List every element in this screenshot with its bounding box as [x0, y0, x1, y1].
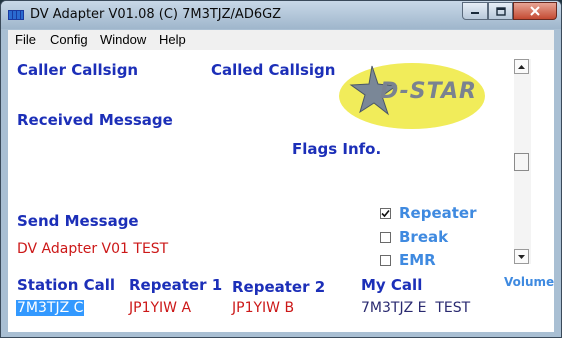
break-checkbox[interactable]	[380, 232, 391, 243]
arrow-down-icon	[518, 254, 525, 259]
send-message-value[interactable]: DV Adapter V01 TEST	[17, 241, 168, 257]
repeater2-input[interactable]: JP1YIW B	[232, 300, 294, 316]
menu-config[interactable]: Config	[50, 32, 88, 47]
emr-checkbox-label[interactable]: EMR	[399, 251, 436, 269]
volume-label[interactable]: Volume	[504, 275, 554, 289]
menu-bar: File Config Window Help	[8, 30, 554, 50]
dstar-logo-text: D-STAR	[380, 79, 477, 104]
send-message-label: Send Message	[17, 212, 139, 230]
main-panel: Caller Callsign Called Callsign D-STAR R…	[8, 50, 554, 332]
arrow-up-icon	[518, 64, 525, 69]
window-title: DV Adapter V01.08 (C) 7M3TJZ/AD6GZ	[30, 7, 282, 22]
app-window: DV Adapter V01.08 (C) 7M3TJZ/AD6GZ File …	[0, 0, 562, 338]
close-icon	[530, 6, 540, 16]
maximize-button[interactable]	[488, 2, 513, 20]
break-checkbox-label[interactable]: Break	[399, 228, 448, 246]
minimize-icon	[471, 12, 479, 14]
caller-callsign-label: Caller Callsign	[17, 61, 139, 79]
repeater1-label: Repeater 1	[129, 276, 223, 294]
received-message-label: Received Message	[17, 111, 173, 129]
menu-window[interactable]: Window	[100, 32, 146, 47]
close-button[interactable]	[513, 2, 557, 20]
repeater2-label: Repeater 2	[232, 278, 326, 296]
flags-info-label: Flags Info.	[292, 140, 382, 158]
menu-file[interactable]: File	[15, 32, 36, 47]
scroll-thumb[interactable]	[514, 153, 529, 171]
repeater-checkbox[interactable]	[380, 208, 391, 219]
my-call-input[interactable]: 7M3TJZ E TEST	[361, 300, 470, 316]
called-callsign-label: Called Callsign	[211, 61, 336, 79]
dstar-logo: D-STAR	[338, 60, 490, 130]
scroll-down-button[interactable]	[514, 249, 529, 264]
station-call-label: Station Call	[17, 276, 116, 294]
maximize-icon	[495, 6, 506, 16]
repeater-checkbox-label[interactable]: Repeater	[399, 204, 477, 222]
scroll-up-button[interactable]	[514, 59, 529, 74]
station-call-input[interactable]: 7M3TJZ C	[16, 300, 85, 316]
minimize-button[interactable]	[462, 2, 488, 20]
flags-scrollbar[interactable]	[514, 59, 531, 264]
repeater1-input[interactable]: JP1YIW A	[129, 300, 191, 316]
check-icon	[381, 209, 390, 218]
title-bar[interactable]: DV Adapter V01.08 (C) 7M3TJZ/AD6GZ	[1, 1, 561, 29]
app-icon	[8, 10, 24, 20]
my-call-label: My Call	[361, 276, 423, 294]
menu-help[interactable]: Help	[159, 32, 186, 47]
emr-checkbox[interactable]	[380, 255, 391, 266]
